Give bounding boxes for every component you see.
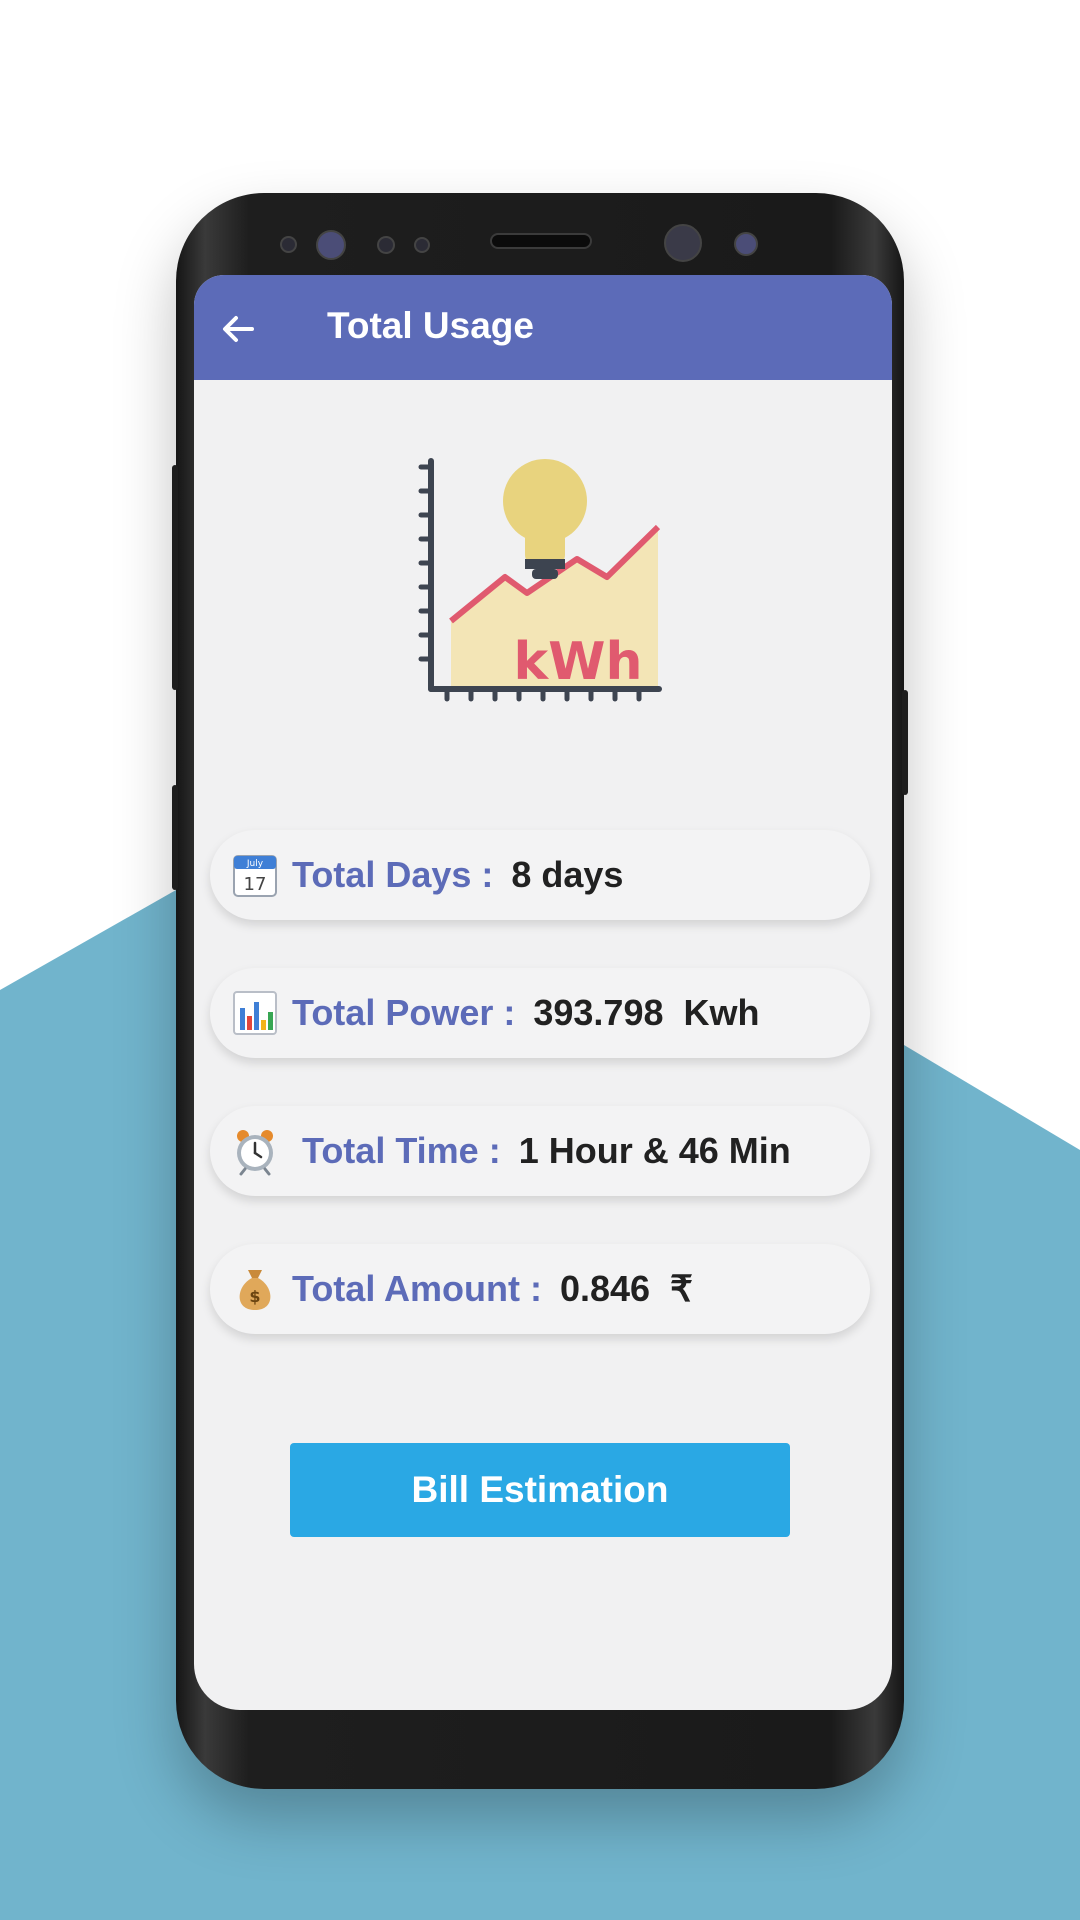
calendar-icon: July 17 bbox=[233, 855, 277, 897]
sensor-icon bbox=[414, 237, 430, 253]
phone-power-button bbox=[902, 690, 908, 795]
stat-value: 0.846 ₹ bbox=[559, 1268, 693, 1309]
stat-label: Total Power : bbox=[292, 992, 516, 1033]
stat-card-total-amount: $ Total Amount : 0.846 ₹ bbox=[210, 1244, 870, 1334]
sensor-icon bbox=[734, 232, 758, 256]
calendar-day: 17 bbox=[244, 874, 267, 895]
bag-symbol: $ bbox=[249, 1287, 260, 1306]
money-bag-icon: $ bbox=[239, 1270, 271, 1310]
phone-side-button bbox=[172, 785, 178, 890]
stat-value: 1 Hour & 46 Min bbox=[518, 1130, 791, 1171]
stat-card-total-power: Total Power : 393.798 Kwh bbox=[210, 968, 870, 1058]
phone-side-button bbox=[172, 465, 178, 690]
app-bar: Total Usage bbox=[194, 275, 892, 380]
page-title: Total Usage bbox=[327, 305, 534, 346]
kwh-chart-bulb-icon: kWh bbox=[418, 458, 662, 702]
bill-estimation-button[interactable]: Bill Estimation bbox=[290, 1443, 790, 1537]
earpiece-speaker bbox=[490, 233, 592, 249]
stat-value: 8 days bbox=[511, 854, 624, 895]
alarm-clock-icon bbox=[237, 1130, 273, 1176]
stat-card-total-days: July 17 Total Days : 8 days bbox=[210, 830, 870, 920]
calendar-month: July bbox=[246, 859, 264, 869]
sensor-icon bbox=[280, 236, 297, 253]
stat-label: Total Days : bbox=[292, 854, 494, 895]
kwh-label: kWh bbox=[514, 632, 643, 692]
stat-label: Total Time : bbox=[302, 1130, 501, 1171]
sensor-icon bbox=[377, 236, 395, 254]
phone-screen: Total Usage kWh July 17 Total Days: 8 d… bbox=[194, 275, 892, 1710]
stat-card-total-time: Total Time : 1 Hour & 46 Min bbox=[210, 1106, 870, 1196]
arrow-left-icon[interactable] bbox=[218, 309, 258, 349]
iris-scanner-icon bbox=[664, 224, 702, 262]
bar-chart-icon bbox=[233, 991, 277, 1035]
front-camera-icon bbox=[316, 230, 346, 260]
stat-label: Total Amount : bbox=[292, 1268, 542, 1309]
stat-value: 393.798 Kwh bbox=[533, 992, 760, 1033]
